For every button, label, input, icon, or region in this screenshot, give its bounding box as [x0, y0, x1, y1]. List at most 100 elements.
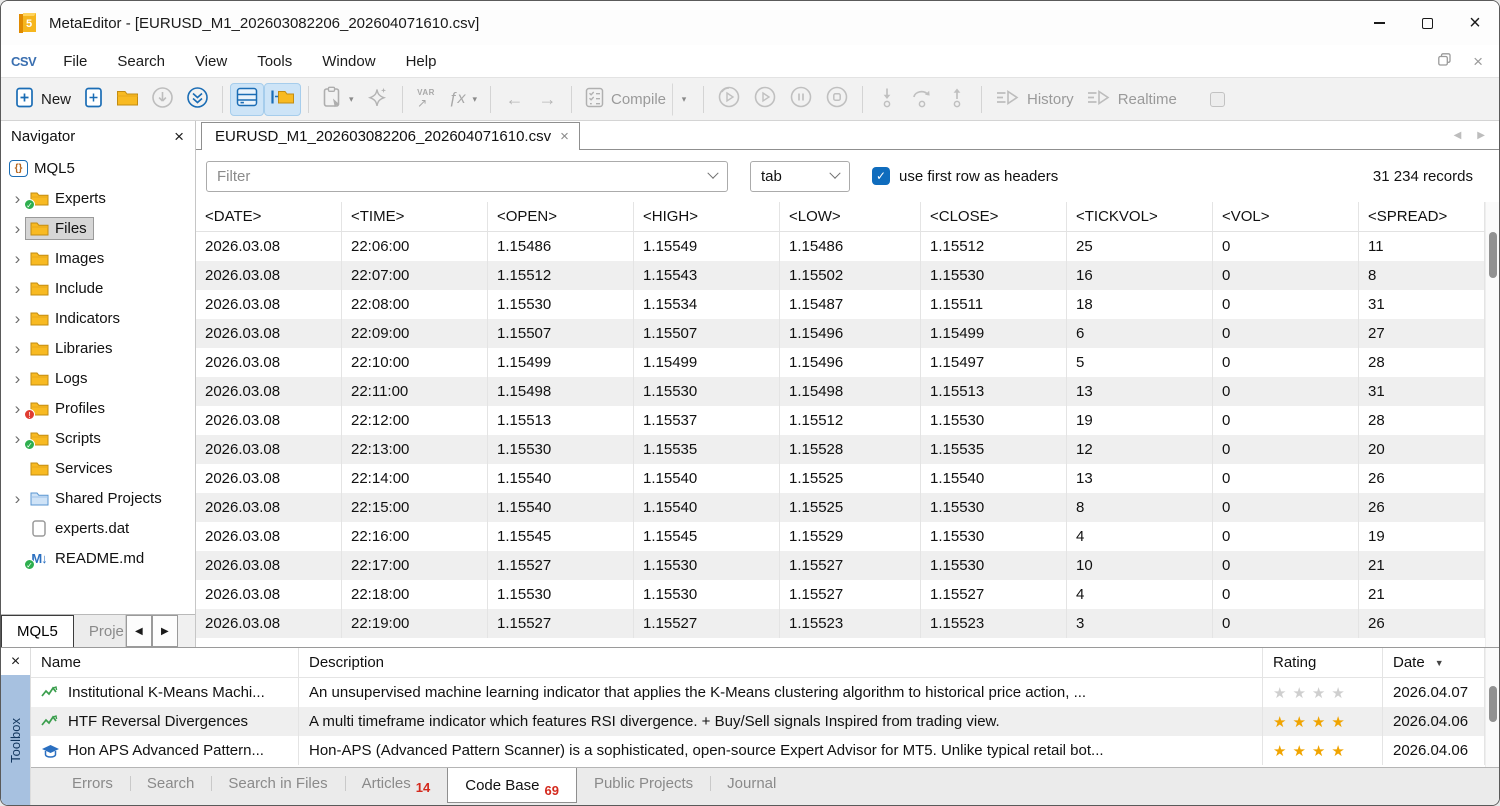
- table-row[interactable]: 2026.03.0822:15:001.155401.155401.155251…: [196, 493, 1485, 522]
- menu-item-window[interactable]: Window: [307, 53, 390, 70]
- column-header-close[interactable]: <CLOSE>: [921, 202, 1067, 231]
- table-row[interactable]: 2026.03.0822:13:001.155301.155351.155281…: [196, 435, 1485, 464]
- document-tab-close-icon[interactable]: ×: [560, 129, 569, 144]
- star-icon[interactable]: ★: [1273, 742, 1292, 760]
- navigator-item-scripts[interactable]: ›✓Scripts: [1, 423, 195, 453]
- realtime-button[interactable]: Realtime: [1080, 83, 1183, 116]
- mdi-close-button[interactable]: ×: [1473, 53, 1483, 70]
- tab-code-base[interactable]: Code Base69: [447, 768, 577, 803]
- history-button[interactable]: History: [989, 83, 1080, 116]
- navigate-back-button[interactable]: ←: [498, 83, 531, 116]
- navigator-close-button[interactable]: ×: [174, 128, 184, 145]
- table-row[interactable]: 2026.03.0822:19:001.155271.155271.155231…: [196, 609, 1485, 638]
- codebase-column-description[interactable]: Description: [299, 648, 1263, 677]
- navigator-item-profiles[interactable]: ›!Profiles: [1, 393, 195, 423]
- codebase-row[interactable]: Hon APS Advanced Pattern...Hon-APS (Adva…: [31, 736, 1485, 765]
- column-header-low[interactable]: <LOW>: [780, 202, 921, 231]
- tab-search-in-files[interactable]: Search in Files: [211, 768, 344, 799]
- navigator-item-logs[interactable]: ›Logs: [1, 363, 195, 393]
- filter-input[interactable]: Filter: [206, 161, 728, 192]
- codebase-scrollbar[interactable]: [1485, 648, 1499, 767]
- grid-scrollbar-thumb[interactable]: [1489, 232, 1497, 278]
- tab-search[interactable]: Search: [130, 768, 212, 799]
- checkbox-checked-icon[interactable]: ✓: [872, 167, 890, 185]
- codebase-column-name[interactable]: Name: [31, 648, 299, 677]
- paste-button[interactable]: ▾: [316, 83, 360, 116]
- star-icon[interactable]: ★: [1331, 684, 1350, 702]
- navigator-item-experts[interactable]: ›✓Experts: [1, 183, 195, 213]
- table-row[interactable]: 2026.03.0822:18:001.155301.155301.155271…: [196, 580, 1485, 609]
- codebase-row[interactable]: HTF Reversal DivergencesA multi timefram…: [31, 707, 1485, 736]
- navigator-item-experts-dat[interactable]: experts.dat: [1, 513, 195, 543]
- open-button[interactable]: [110, 83, 145, 116]
- chevron-expand-icon[interactable]: ›: [10, 490, 25, 507]
- star-icon[interactable]: ★: [1312, 684, 1331, 702]
- toggle-navigator-button[interactable]: [230, 83, 264, 116]
- navigator-item-libraries[interactable]: ›Libraries: [1, 333, 195, 363]
- codebase-row[interactable]: Institutional K-Means Machi...An unsuper…: [31, 678, 1485, 707]
- star-icon[interactable]: ★: [1292, 713, 1311, 731]
- variables-button[interactable]: VAR↗: [410, 83, 443, 116]
- chevron-expand-icon[interactable]: ›: [10, 400, 25, 417]
- star-icon[interactable]: ★: [1312, 713, 1331, 731]
- chevron-expand-icon[interactable]: ›: [10, 310, 25, 327]
- table-row[interactable]: 2026.03.0822:08:001.155301.155341.154871…: [196, 290, 1485, 319]
- column-header-tickvol[interactable]: <TICKVOL>: [1067, 202, 1213, 231]
- chevron-expand-icon[interactable]: ›: [10, 280, 25, 297]
- mdi-restore-button[interactable]: [1438, 53, 1451, 70]
- star-icon[interactable]: ★: [1273, 684, 1292, 702]
- first-row-headers-option[interactable]: ✓ use first row as headers: [872, 167, 1058, 185]
- table-row[interactable]: 2026.03.0822:16:001.155451.155451.155291…: [196, 522, 1485, 551]
- step-into-button[interactable]: [870, 83, 904, 116]
- tab-journal[interactable]: Journal: [710, 768, 793, 799]
- chevron-expand-icon[interactable]: ›: [10, 370, 25, 387]
- step-over-button[interactable]: [904, 83, 940, 116]
- codebase-column-rating[interactable]: Rating: [1263, 648, 1383, 677]
- save-button[interactable]: [145, 83, 180, 116]
- paste-dropdown-icon[interactable]: ▾: [349, 94, 354, 105]
- tab-articles[interactable]: Articles14: [345, 768, 448, 799]
- step-out-button[interactable]: [940, 83, 974, 116]
- navigator-item-include[interactable]: ›Include: [1, 273, 195, 303]
- column-header-open[interactable]: <OPEN>: [488, 202, 634, 231]
- start-debug-button[interactable]: [711, 83, 747, 116]
- chevron-expand-icon[interactable]: ›: [10, 220, 25, 237]
- navigator-item-shared-projects[interactable]: ›Shared Projects: [1, 483, 195, 513]
- separator-select[interactable]: tab: [750, 161, 850, 192]
- close-button[interactable]: ×: [1451, 1, 1499, 45]
- toolbox-side-strip[interactable]: Toolbox: [1, 675, 30, 805]
- new-button[interactable]: New: [9, 83, 77, 116]
- column-header-vol[interactable]: <VOL>: [1213, 202, 1359, 231]
- new-file-button[interactable]: [77, 83, 110, 116]
- navigator-tab-next-button[interactable]: ▶: [152, 615, 178, 647]
- menu-item-file[interactable]: File: [48, 53, 102, 70]
- star-icon[interactable]: ★: [1331, 742, 1350, 760]
- column-header-time[interactable]: <TIME>: [342, 202, 488, 231]
- save-all-button[interactable]: [180, 83, 215, 116]
- toolbox-close-button[interactable]: ×: [1, 648, 30, 675]
- maximize-button[interactable]: [1403, 1, 1451, 45]
- navigator-item-images[interactable]: ›Images: [1, 243, 195, 273]
- table-row[interactable]: 2026.03.0822:14:001.155401.155401.155251…: [196, 464, 1485, 493]
- stop-debug-button[interactable]: [819, 83, 855, 116]
- tab-scroll-left-icon[interactable]: ◀: [1454, 130, 1462, 141]
- column-header-high[interactable]: <HIGH>: [634, 202, 780, 231]
- tab-scroll-right-icon[interactable]: ▶: [1477, 130, 1485, 141]
- tab-errors[interactable]: Errors: [55, 768, 130, 799]
- navigator-item-readme-md[interactable]: M↓✓README.md: [1, 543, 195, 573]
- column-header-date[interactable]: <DATE>: [196, 202, 342, 231]
- table-row[interactable]: 2026.03.0822:12:001.155131.155371.155121…: [196, 406, 1485, 435]
- table-row[interactable]: 2026.03.0822:10:001.154991.154991.154961…: [196, 348, 1485, 377]
- navigator-tab-prev-button[interactable]: ◀: [126, 615, 152, 647]
- chevron-expand-icon[interactable]: ›: [10, 340, 25, 357]
- navigator-item-services[interactable]: Services: [1, 453, 195, 483]
- menu-item-view[interactable]: View: [180, 53, 242, 70]
- tab-public-projects[interactable]: Public Projects: [577, 768, 710, 799]
- table-row[interactable]: 2026.03.0822:11:001.154981.155301.154981…: [196, 377, 1485, 406]
- codebase-column-date[interactable]: Date▼: [1383, 648, 1485, 677]
- navigate-forward-button[interactable]: →: [531, 83, 564, 116]
- column-header-spread[interactable]: <SPREAD>: [1359, 202, 1485, 231]
- continue-debug-button[interactable]: [747, 83, 783, 116]
- table-row[interactable]: 2026.03.0822:07:001.155121.155431.155021…: [196, 261, 1485, 290]
- fx-dropdown-icon[interactable]: ▾: [472, 94, 477, 105]
